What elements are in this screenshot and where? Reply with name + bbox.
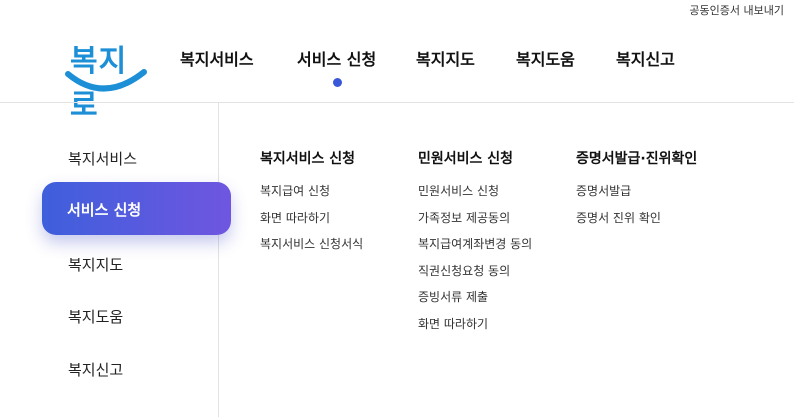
site-logo[interactable]: 복지로 bbox=[64, 36, 148, 123]
submenu-link[interactable]: 화면 따라하기 bbox=[260, 209, 363, 236]
sidebar-item-welfare-help[interactable]: 복지도움 bbox=[68, 306, 123, 327]
submenu-link[interactable]: 증빙서류 제출 bbox=[418, 288, 532, 315]
gnb-item-welfare-report[interactable]: 복지신고 bbox=[616, 46, 675, 70]
submenu-link[interactable]: 복지급여 신청 bbox=[260, 182, 363, 209]
header-divider bbox=[0, 102, 794, 103]
sidebar-divider bbox=[218, 103, 219, 417]
submenu-link[interactable]: 복지서비스 신청서식 bbox=[260, 235, 363, 262]
submenu-title[interactable]: 복지서비스 신청 bbox=[260, 148, 363, 168]
submenu-link[interactable]: 복지급여계좌변경 동의 bbox=[418, 235, 532, 262]
submenu-link[interactable]: 가족정보 제공동의 bbox=[418, 209, 532, 236]
submenu-column-civil-apply: 민원서비스 신청 민원서비스 신청 가족정보 제공동의 복지급여계좌변경 동의 … bbox=[418, 148, 532, 341]
sidebar-item-welfare-service[interactable]: 복지서비스 bbox=[68, 148, 137, 169]
gnb-item-welfare-map[interactable]: 복지지도 bbox=[416, 46, 475, 70]
smile-logo-icon bbox=[65, 69, 147, 92]
certificate-export-link[interactable]: 공동인증서 내보내기 bbox=[689, 2, 784, 18]
gnb-item-welfare-help[interactable]: 복지도움 bbox=[516, 46, 575, 70]
sidebar-item-welfare-map[interactable]: 복지지도 bbox=[68, 254, 123, 275]
submenu-link[interactable]: 증명서 진위 확인 bbox=[576, 209, 697, 236]
gnb-item-service-apply[interactable]: 서비스 신청 bbox=[297, 46, 376, 87]
submenu-link[interactable]: 증명서발급 bbox=[576, 182, 697, 209]
submenu-link[interactable]: 직권신청요청 동의 bbox=[418, 262, 532, 289]
submenu-title[interactable]: 민원서비스 신청 bbox=[418, 148, 532, 168]
submenu-column-certificate: 증명서발급·진위확인 증명서발급 증명서 진위 확인 bbox=[576, 148, 697, 235]
submenu-link[interactable]: 민원서비스 신청 bbox=[418, 182, 532, 209]
submenu-link[interactable]: 화면 따라하기 bbox=[418, 315, 532, 342]
sidebar-item-label: 서비스 신청 bbox=[67, 201, 142, 219]
submenu-column-welfare-apply: 복지서비스 신청 복지급여 신청 화면 따라하기 복지서비스 신청서식 bbox=[260, 148, 363, 262]
sidebar-item-service-apply[interactable]: 서비스 신청 bbox=[42, 182, 231, 235]
submenu-title[interactable]: 증명서발급·진위확인 bbox=[576, 148, 697, 168]
sidebar-item-welfare-report[interactable]: 복지신고 bbox=[68, 359, 123, 380]
gnb-item-welfare-service[interactable]: 복지서비스 bbox=[180, 46, 254, 70]
